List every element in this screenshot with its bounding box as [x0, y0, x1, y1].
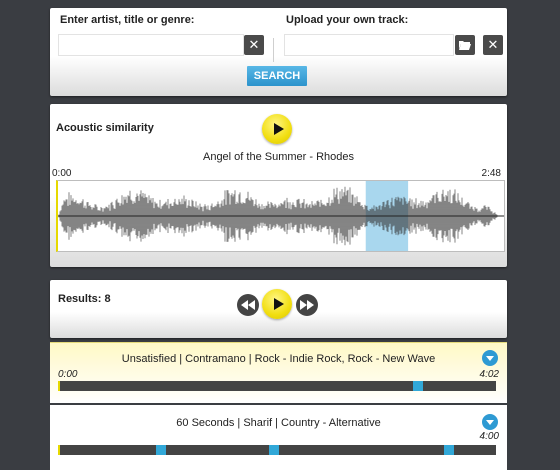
upload-label: Upload your own track: [286, 14, 409, 26]
result-track[interactable]: Unsatisfied | Contramano | Rock - Indie … [50, 342, 507, 403]
rewind-icon [241, 300, 255, 310]
result-track[interactable]: 60 Seconds | Sharif | Country - Alternat… [50, 405, 507, 470]
close-icon: ✕ [487, 37, 499, 52]
acoustic-heading: Acoustic similarity [56, 122, 154, 134]
upload-file-input[interactable] [284, 34, 454, 56]
track-progress-bar[interactable] [58, 381, 496, 391]
track-title: 60 Seconds | Sharif | Country - Alternat… [176, 417, 381, 429]
track-title: Unsatisfied | Contramano | Rock - Indie … [121, 353, 436, 365]
waveform[interactable] [56, 180, 505, 252]
track-match-marker[interactable] [269, 445, 280, 455]
track-progress-bar[interactable] [58, 445, 496, 455]
waveform-end-time: 2:48 [481, 168, 501, 179]
folder-open-icon [459, 41, 471, 50]
search-panel: Enter artist, title or genre: ✕ Upload y… [50, 8, 507, 96]
play-button[interactable] [262, 114, 292, 144]
clear-artist-button[interactable]: ✕ [244, 35, 264, 55]
previous-button[interactable] [237, 294, 259, 316]
artist-search-label: Enter artist, title or genre: [60, 14, 195, 26]
panel-divider [273, 38, 274, 62]
expand-track-button[interactable] [482, 414, 498, 430]
track-match-marker[interactable] [413, 381, 424, 391]
track-end-time: 4:02 [479, 369, 499, 380]
results-count: 8 [104, 293, 111, 305]
results-play-button[interactable] [262, 289, 292, 319]
track-match-marker[interactable] [155, 445, 166, 455]
artist-search-input[interactable] [58, 34, 244, 56]
track-start-time: 0:00 [58, 369, 78, 380]
next-button[interactable] [296, 294, 318, 316]
waveform-start-time: 0:00 [52, 168, 72, 179]
search-button[interactable]: SEARCH [247, 66, 307, 86]
browse-file-button[interactable] [455, 35, 475, 55]
track-end-time: 4:00 [479, 431, 499, 442]
waveform-graphic [58, 181, 504, 251]
clear-upload-button[interactable]: ✕ [483, 35, 503, 55]
results-label-text: Results: [58, 293, 102, 305]
close-icon: ✕ [248, 37, 260, 52]
results-label: Results: 8 [58, 293, 111, 305]
expand-track-button[interactable] [482, 350, 498, 366]
results-panel: Results: 8 [50, 280, 507, 338]
acoustic-similarity-panel: Acoustic similarity Angel of the Summer … [50, 104, 507, 267]
source-track-title: Angel of the Summer - Rhodes [202, 151, 355, 163]
fast-forward-icon [300, 300, 314, 310]
track-match-marker[interactable] [443, 445, 454, 455]
